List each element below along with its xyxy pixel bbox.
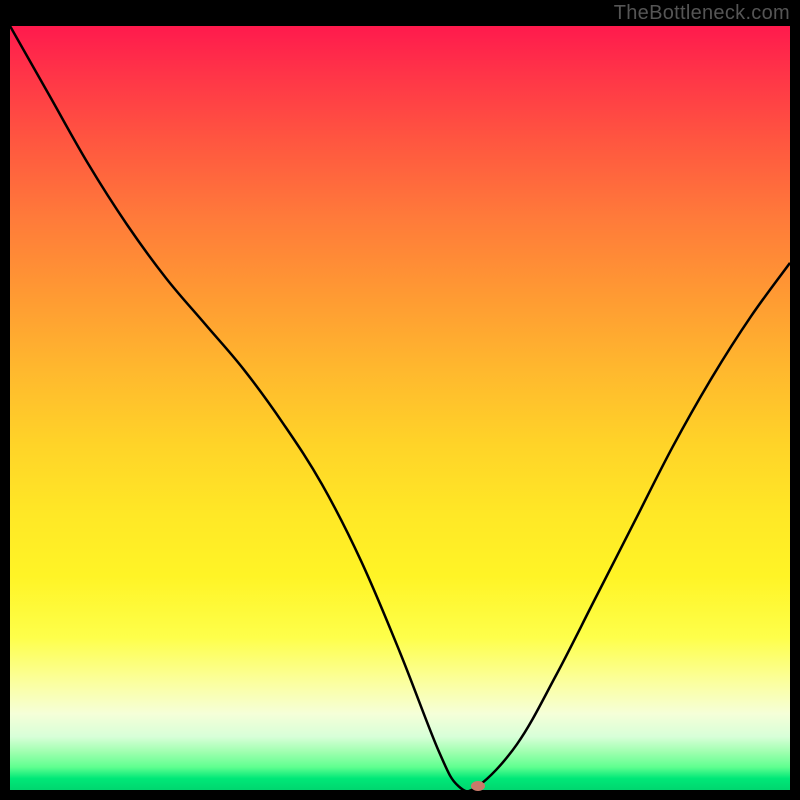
bottleneck-curve [10, 26, 790, 790]
watermark-text: TheBottleneck.com [614, 2, 790, 25]
curve-svg [10, 26, 790, 790]
optimal-point-marker [471, 781, 485, 791]
plot-area [10, 26, 790, 790]
chart-frame [10, 26, 790, 790]
